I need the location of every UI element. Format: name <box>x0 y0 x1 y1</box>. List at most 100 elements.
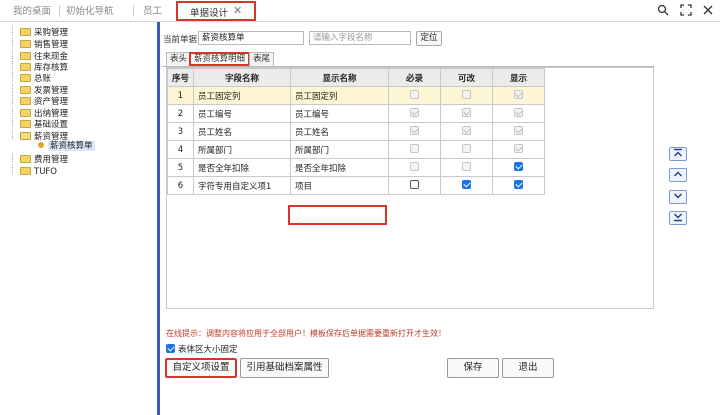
tree-item-label: TUFO <box>34 167 57 177</box>
close-tab-icon[interactable]: ✕ <box>233 4 242 17</box>
cell-field-name: 员工姓名 <box>193 122 292 141</box>
splitter-bar[interactable] <box>157 22 160 415</box>
document-icon <box>38 142 44 148</box>
chevron-down-icon <box>674 193 682 199</box>
table-row[interactable]: 1 员工固定列 员工固定列 <box>166 86 546 105</box>
move-top-icon <box>674 148 682 157</box>
tree-item[interactable]: 总账 <box>12 72 51 84</box>
exit-button[interactable]: 退出 <box>502 358 554 378</box>
show-checkbox[interactable] <box>514 162 524 171</box>
cell-display-name[interactable]: 员工姓名 <box>290 122 390 141</box>
tree-item[interactable]: 销售管理 <box>12 38 69 50</box>
move-down-button[interactable] <box>669 190 687 204</box>
tab-salary-detail[interactable]: 薪资核算明细 <box>189 52 251 66</box>
tree-item[interactable]: 资产管理 <box>12 95 69 107</box>
move-top-button[interactable] <box>669 147 687 161</box>
tab-footer[interactable]: 表尾 <box>249 52 275 66</box>
tree-line <box>12 50 19 59</box>
table-row[interactable]: 4 所属部门 所属部门 <box>166 140 546 159</box>
current-doc-field[interactable]: 薪资核算单 <box>198 31 304 45</box>
close-icon[interactable] <box>702 4 714 16</box>
cell-field-name: 员工固定列 <box>193 86 292 105</box>
tree-item[interactable]: 基础设置 <box>12 118 68 130</box>
tree-item[interactable]: 采购管理 <box>12 26 69 38</box>
required-checkbox[interactable] <box>410 180 420 189</box>
tree-line <box>12 95 19 104</box>
custom-item-settings-button[interactable]: 自定义项设置 <box>165 358 237 378</box>
tree-line <box>12 84 19 93</box>
tree-item[interactable]: 往来现金 <box>12 50 68 62</box>
field-table: 序号 字段名称 显示名称 必录 可改 显示 1 员工固定列 员工固定列 2 员工… <box>166 68 546 195</box>
folder-icon <box>20 74 31 82</box>
fullscreen-icon[interactable] <box>680 4 692 16</box>
move-up-button[interactable] <box>669 168 687 182</box>
fix-size-checkbox[interactable] <box>166 344 175 353</box>
tree-line <box>12 61 19 70</box>
save-button[interactable]: 保存 <box>447 358 499 378</box>
cell-no: 2 <box>166 104 195 123</box>
locate-button[interactable]: 定位 <box>416 31 442 46</box>
required-checkbox <box>410 108 420 117</box>
table-row[interactable]: 5 是否全年扣除 是否全年扣除 <box>166 158 546 177</box>
move-bottom-icon <box>674 213 682 222</box>
show-checkbox[interactable] <box>514 180 524 189</box>
cell-display-name[interactable]: 所属部门 <box>290 140 390 159</box>
reference-archive-button[interactable]: 引用基础档案属性 <box>240 358 329 378</box>
folder-icon <box>20 155 31 163</box>
tab-document-design[interactable]: 单据设计 ✕ <box>176 1 256 21</box>
tab-header[interactable]: 表头 <box>166 52 192 66</box>
cell-no: 6 <box>166 176 195 195</box>
search-icon[interactable] <box>657 4 669 16</box>
cell-display-name[interactable]: 员工编号 <box>290 104 390 123</box>
col-required: 必录 <box>388 68 442 87</box>
editable-checkbox <box>462 90 472 99</box>
tree-item[interactable]: 出纳管理 <box>12 107 68 119</box>
move-bottom-button[interactable] <box>669 211 687 225</box>
cell-display-name[interactable]: 是否全年扣除 <box>290 158 390 177</box>
required-checkbox <box>410 126 420 135</box>
cell-field-name: 字符专用自定义项1 <box>193 176 292 195</box>
col-editable: 可改 <box>440 68 494 87</box>
field-search-input[interactable]: 请输入字段名称 <box>309 31 411 45</box>
show-checkbox <box>514 144 524 153</box>
folder-icon <box>20 109 31 117</box>
folder-icon <box>20 167 31 175</box>
tree-item[interactable]: 库存核算 <box>12 61 68 73</box>
editable-checkbox <box>462 144 472 153</box>
tree-item[interactable]: 费用管理 <box>12 153 69 165</box>
col-field-name: 字段名称 <box>193 68 292 87</box>
tree-item-salary[interactable]: 薪资管理 <box>12 130 68 142</box>
table-row[interactable]: 2 员工编号 员工编号 <box>166 104 546 123</box>
tree-item-label: 费用管理 <box>34 155 69 165</box>
tree-item[interactable]: 发票管理 <box>12 84 68 96</box>
fix-size-label: 表体区大小固定 <box>178 345 238 355</box>
table-row[interactable]: 6 字符专用自定义项1 项目 <box>166 176 546 195</box>
cell-field-name: 所属部门 <box>193 140 292 159</box>
tree-item-label: 销售管理 <box>34 40 69 50</box>
current-doc-label: 当前单据 <box>163 35 198 45</box>
cell-field-name: 是否全年扣除 <box>193 158 292 177</box>
tree-item[interactable]: TUFO <box>12 165 57 177</box>
col-show: 显示 <box>492 68 546 87</box>
cell-display-name[interactable]: 员工固定列 <box>290 86 390 105</box>
folder-icon <box>20 28 31 36</box>
tab-employee[interactable]: 员工 <box>143 3 162 20</box>
cell-display-name[interactable]: 项目 <box>290 176 390 195</box>
cell-no: 3 <box>166 122 195 141</box>
table-row[interactable]: 3 员工姓名 员工姓名 <box>166 122 546 141</box>
tree-leaf-salary-calc[interactable]: 薪资核算单 <box>38 141 95 152</box>
cell-field-name: 员工编号 <box>193 104 292 123</box>
editable-checkbox[interactable] <box>462 180 472 189</box>
field-grid: 序号 字段名称 显示名称 必录 可改 显示 1 员工固定列 员工固定列 2 员工… <box>166 67 654 309</box>
cell-no: 1 <box>166 86 195 105</box>
required-checkbox <box>410 144 420 153</box>
highlight-display-name-cell <box>288 205 387 225</box>
tree-item-label: 采购管理 <box>34 28 69 38</box>
tree-item-label: 资产管理 <box>34 97 69 107</box>
fix-size-toggle[interactable]: 表体区大小固定 <box>166 343 238 355</box>
cell-no: 5 <box>166 158 195 177</box>
tab-init-guide[interactable]: 初始化导航 <box>66 3 114 20</box>
tree-line <box>12 165 19 174</box>
tab-my-desktop[interactable]: 我的桌面 <box>13 3 51 20</box>
show-checkbox <box>514 108 524 117</box>
